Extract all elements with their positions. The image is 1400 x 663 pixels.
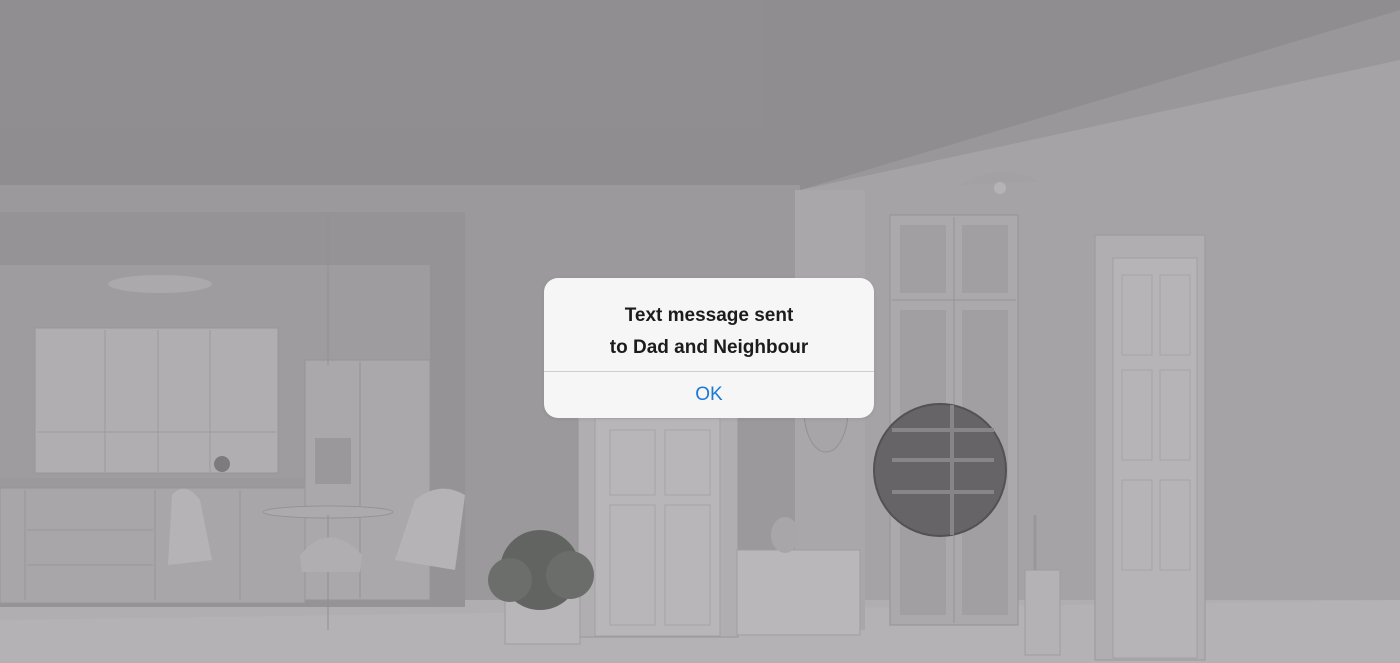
kitchen-counter	[0, 487, 306, 604]
ok-button[interactable]: OK	[544, 372, 874, 418]
shelf-magnifier	[873, 403, 1007, 537]
umbrella-stand	[1024, 569, 1061, 656]
alert-body: Text message sent to Dad and Neighbour	[544, 278, 874, 371]
alert-dialog: Text message sent to Dad and Neighbour O…	[544, 278, 874, 418]
alert-title-line-1: Text message sent	[624, 305, 794, 326]
alert-title-line-2: to Dad and Neighbour	[609, 337, 809, 358]
window	[34, 327, 279, 474]
chest	[736, 549, 861, 636]
